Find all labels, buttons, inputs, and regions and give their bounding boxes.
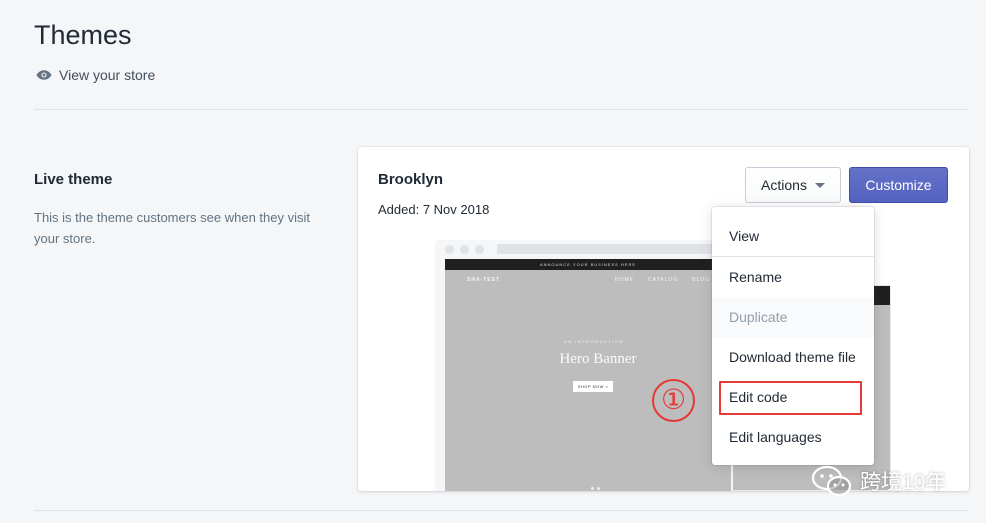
preview-nav-link: BLOG bbox=[692, 277, 711, 283]
menu-item-view[interactable]: View bbox=[712, 216, 874, 256]
menu-item-edit-code[interactable]: Edit code bbox=[712, 377, 874, 417]
live-theme-card: Brooklyn Added: 7 Nov 2018 Actions Custo… bbox=[358, 147, 969, 491]
window-dot-icon bbox=[445, 245, 454, 254]
browser-url-bar bbox=[497, 244, 727, 254]
section-divider bbox=[34, 510, 968, 511]
actions-button[interactable]: Actions bbox=[745, 167, 841, 203]
menu-item-download-theme-file[interactable]: Download theme file bbox=[712, 337, 874, 377]
caret-down-icon bbox=[814, 182, 825, 188]
customize-button[interactable]: Customize bbox=[849, 167, 948, 203]
menu-item-edit-languages[interactable]: Edit languages bbox=[712, 417, 874, 457]
preview-logo: SHA-TEST bbox=[467, 277, 500, 283]
pager-dot-icon bbox=[591, 487, 594, 490]
preview-announcement-bar: ANNOUNCE YOUR BUSINESS HERE bbox=[445, 259, 731, 270]
actions-dropdown-menu: View Rename Duplicate Download theme fil… bbox=[712, 207, 874, 465]
wechat-icon bbox=[811, 465, 852, 497]
preview-site: ANNOUNCE YOUR BUSINESS HERE SHA-TEST HOM… bbox=[445, 259, 731, 491]
pager-dot-icon bbox=[597, 487, 600, 490]
preview-hero-subtitle: AN INTRODUCTION bbox=[564, 339, 624, 344]
live-theme-description: This is the theme customers see when the… bbox=[34, 210, 311, 246]
live-theme-heading: Live theme bbox=[34, 171, 113, 188]
preview-hero-button: SHOP NOW > bbox=[573, 381, 613, 392]
eye-icon bbox=[36, 70, 52, 80]
preview-nav-links: HOME CATALOG BLOG bbox=[615, 277, 710, 283]
browser-window-controls bbox=[445, 245, 484, 254]
preview-nav-link: CATALOG bbox=[648, 277, 679, 283]
watermark-text: 跨境10年 bbox=[860, 471, 947, 494]
actions-button-label: Actions bbox=[761, 177, 807, 193]
view-store-link[interactable]: View your store bbox=[36, 67, 155, 83]
preview-nav-link: HOME bbox=[615, 277, 634, 283]
view-store-label: View your store bbox=[59, 67, 156, 83]
menu-item-rename[interactable]: Rename bbox=[712, 257, 874, 297]
menu-item-duplicate: Duplicate bbox=[712, 297, 874, 337]
watermark: 跨境10年 bbox=[810, 465, 946, 497]
window-dot-icon bbox=[460, 245, 469, 254]
theme-added-date: Added: 7 Nov 2018 bbox=[378, 202, 490, 217]
preview-nav: SHA-TEST HOME CATALOG BLOG bbox=[467, 277, 721, 285]
theme-name: Brooklyn bbox=[378, 171, 444, 188]
preview-slide-pager bbox=[591, 487, 600, 490]
window-dot-icon bbox=[475, 245, 484, 254]
theme-preview[interactable]: ANNOUNCE YOUR BUSINESS HERE SHA-TEST HOM… bbox=[435, 240, 733, 491]
page-title: Themes bbox=[34, 20, 132, 50]
header-divider bbox=[34, 109, 968, 110]
preview-hero-title: Hero Banner bbox=[559, 351, 637, 367]
step-marker: ① bbox=[652, 379, 695, 422]
